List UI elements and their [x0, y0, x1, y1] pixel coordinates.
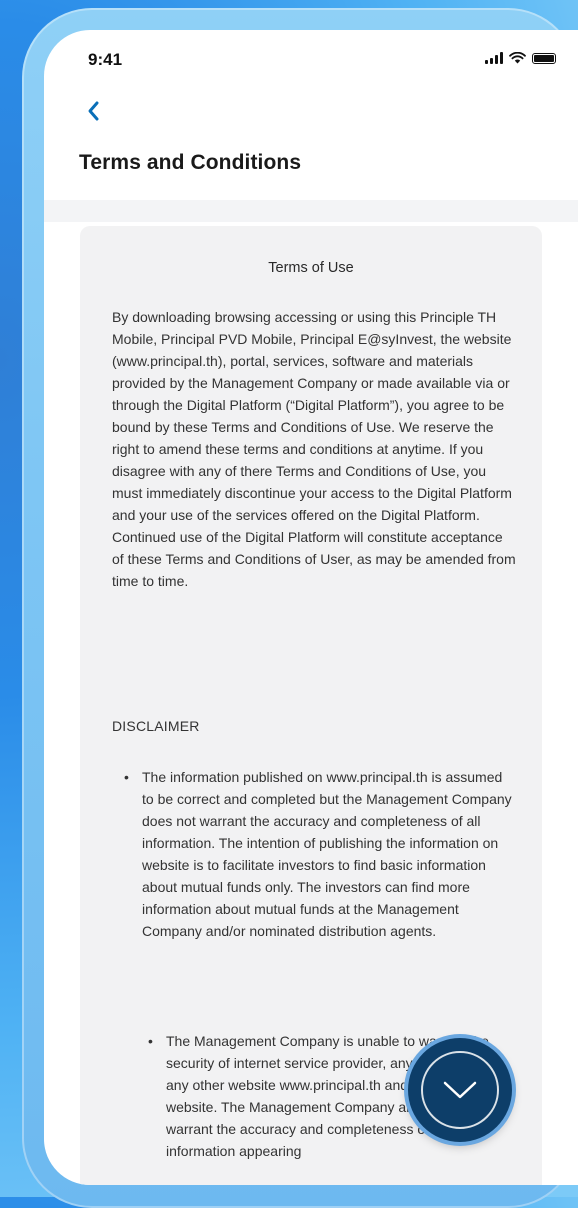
terms-heading: Terms of Use — [268, 260, 354, 276]
bullet-dot: • — [124, 769, 129, 785]
battery-icon — [532, 52, 556, 64]
chevron-down-icon — [443, 1081, 477, 1099]
status-time: 9:41 — [88, 50, 123, 69]
wifi-icon — [509, 52, 526, 64]
bullet-dot: • — [148, 1033, 153, 1049]
disclaimer-bullet: • The information published on www.princ… — [124, 766, 512, 942]
scroll-button-ring — [421, 1051, 499, 1129]
disclaimer-bullet-text: The information published on www.princip… — [142, 769, 512, 939]
back-button[interactable] — [78, 96, 108, 126]
chevron-left-icon — [88, 101, 99, 121]
terms-intro-text: By downloading browsing accessing or usi… — [112, 309, 516, 589]
header-divider — [44, 200, 578, 222]
app-screen: 9:41 Terms and Conditions Terms of Use B… — [44, 30, 578, 1185]
signal-icon — [485, 52, 503, 64]
page-title: Terms and Conditions — [79, 151, 302, 174]
scroll-down-button[interactable] — [408, 1038, 512, 1142]
status-bar: 9:41 — [44, 30, 578, 90]
disclaimer-heading: DISCLAIMER — [112, 718, 200, 734]
status-icons — [485, 52, 556, 64]
